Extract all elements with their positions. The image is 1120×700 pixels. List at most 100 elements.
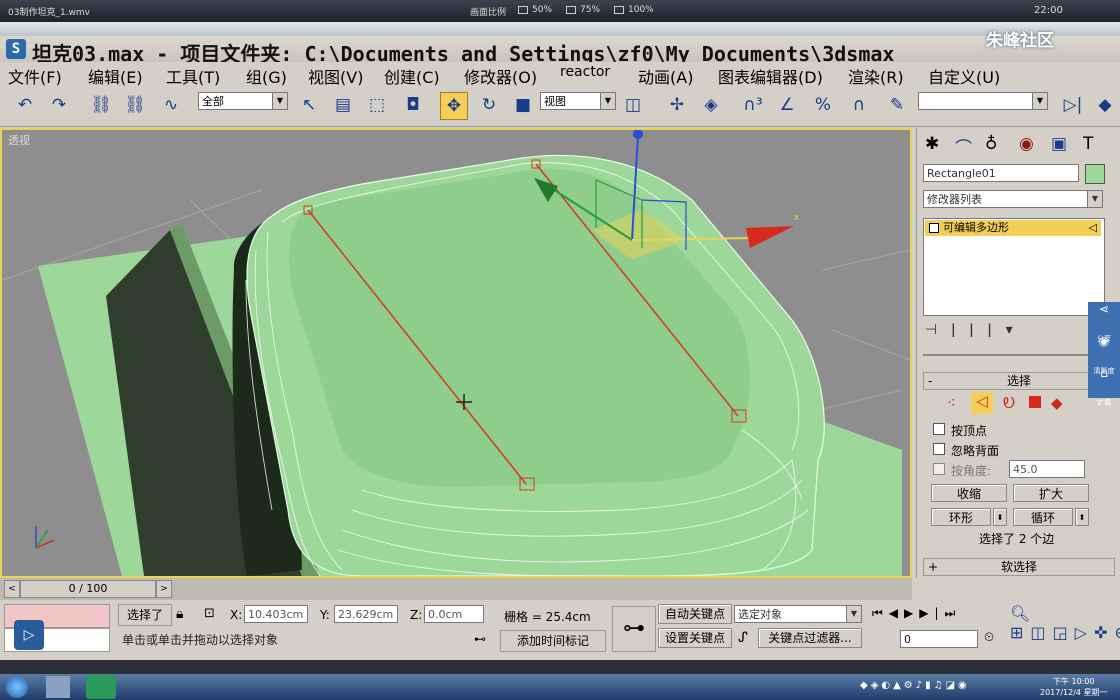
- key-tangent-icon[interactable]: ᔑ: [738, 630, 748, 646]
- lock-selection-icon[interactable]: 🔒︎: [176, 606, 183, 622]
- sharpness-button[interactable]: ◉ 清晰度: [1088, 334, 1120, 375]
- ring-button[interactable]: 环形: [931, 508, 991, 526]
- perspective-viewport[interactable]: x 透视: [0, 128, 912, 578]
- taskbar-app-icon[interactable]: [46, 676, 70, 698]
- reference-coord-dropdown[interactable]: 视图 ▼: [540, 92, 616, 110]
- ratio-50-option[interactable]: 50%: [518, 5, 552, 15]
- border-mode-icon[interactable]: Ꭷ: [1003, 394, 1015, 412]
- loop-spinner[interactable]: ⬍: [1075, 508, 1089, 526]
- motion-tab-icon[interactable]: ◉: [1019, 134, 1034, 154]
- spinner-snap-icon[interactable]: ∩: [846, 92, 872, 118]
- create-tab-icon[interactable]: ✱: [925, 134, 939, 154]
- polygon-mode-icon[interactable]: [1029, 396, 1041, 408]
- next-frame-icon[interactable]: >: [156, 580, 172, 598]
- named-selection-set-dropdown[interactable]: ▼: [918, 92, 1048, 110]
- menu-tools[interactable]: 工具(T): [166, 64, 220, 88]
- soft-select-rollout[interactable]: + 软选择: [923, 558, 1115, 576]
- menu-file[interactable]: 文件(F): [8, 64, 62, 88]
- menu-graph-editors[interactable]: 图表编辑器(D): [718, 64, 823, 88]
- time-config-icon[interactable]: ⏲: [984, 630, 994, 645]
- share-button[interactable]: ⋖ 分享: [1088, 302, 1120, 343]
- ratio-100-option[interactable]: 100%: [614, 5, 654, 15]
- time-tag-icon[interactable]: ⊷: [474, 632, 486, 646]
- by-vertex-checkbox[interactable]: 按顶点: [933, 422, 987, 439]
- loop-button[interactable]: 循环: [1013, 508, 1073, 526]
- absolute-mode-icon[interactable]: ⊡: [204, 606, 215, 621]
- stack-item-editable-poly[interactable]: 可编辑多边形 ◁: [925, 220, 1101, 236]
- auto-key-button[interactable]: 自动关键点: [658, 604, 732, 624]
- expand-box-icon[interactable]: [929, 223, 939, 233]
- video-player-bar: 03制作坦克_1.wmv 画面比例 50% 75% 100% 22:00: [0, 0, 1120, 22]
- playback-controls[interactable]: ⏮◀▶▶|⏭: [872, 606, 1002, 624]
- menu-rendering[interactable]: 渲染(R): [848, 64, 904, 88]
- select-object-icon[interactable]: ↖: [296, 92, 322, 118]
- menu-modifiers[interactable]: 修改器(O): [464, 64, 537, 88]
- select-and-rotate-icon[interactable]: ↻: [476, 92, 502, 118]
- display-tab-icon[interactable]: ▣: [1051, 134, 1067, 154]
- select-manipulate-icon[interactable]: ✢: [664, 92, 690, 118]
- bind-space-warp-icon[interactable]: ∿: [158, 92, 184, 118]
- keyboard-shortcut-icon[interactable]: ◈: [698, 92, 724, 118]
- element-mode-icon[interactable]: ◆: [1051, 394, 1063, 412]
- modify-tab-icon[interactable]: ⌒: [955, 134, 972, 159]
- vertex-mode-icon[interactable]: ⁖: [947, 394, 956, 412]
- pivot-center-icon[interactable]: ◫: [620, 92, 646, 118]
- menu-edit[interactable]: 编辑(E): [88, 64, 143, 88]
- start-button-icon[interactable]: [6, 676, 28, 698]
- current-frame-field[interactable]: 0: [900, 630, 978, 648]
- align-icon[interactable]: ◆: [1092, 92, 1118, 118]
- mirror-icon[interactable]: ▷|: [1060, 92, 1086, 118]
- select-and-scale-icon[interactable]: ■: [510, 92, 536, 118]
- viewport-nav-icons[interactable]: 🔍︎⊞◫◲▷✜⊕⊠: [1010, 604, 1120, 652]
- menu-views[interactable]: 视图(V): [308, 64, 363, 88]
- ratio-75-option[interactable]: 75%: [566, 5, 600, 15]
- selection-filter-dropdown[interactable]: 全部 ▼: [198, 92, 288, 110]
- set-key-button[interactable]: 设置关键点: [658, 628, 732, 648]
- edge-mode-icon[interactable]: ◁: [971, 392, 993, 414]
- menu-group[interactable]: 组(G): [246, 64, 287, 88]
- redo-icon[interactable]: ↷: [46, 92, 72, 118]
- y-coord-field[interactable]: 23.629cm: [334, 605, 398, 623]
- shrink-button[interactable]: 收缩: [931, 484, 1007, 502]
- play-button-icon[interactable]: ▷: [14, 620, 44, 650]
- z-coord-field[interactable]: 0.0cm: [424, 605, 484, 623]
- snap-toggle-icon[interactable]: ∩³: [740, 92, 766, 118]
- undo-icon[interactable]: ↶: [12, 92, 38, 118]
- select-and-link-icon[interactable]: ⛓: [88, 92, 114, 118]
- menu-reactor[interactable]: reactor: [560, 64, 610, 80]
- ring-spinner[interactable]: ⬍: [993, 508, 1007, 526]
- taskbar-player-icon[interactable]: [86, 675, 116, 699]
- set-key-icon[interactable]: ⊶: [612, 606, 656, 652]
- menu-animation[interactable]: 动画(A): [638, 64, 693, 88]
- utilities-tab-icon[interactable]: T: [1083, 134, 1093, 154]
- modifier-list-dropdown[interactable]: 修改器列表 ▼: [923, 190, 1103, 208]
- add-time-tag[interactable]: 添加时间标记: [500, 630, 606, 652]
- unlink-icon[interactable]: ⛓: [122, 92, 148, 118]
- object-color-swatch[interactable]: [1085, 164, 1105, 184]
- key-mode-dropdown[interactable]: 选定对象 ▼: [734, 605, 862, 623]
- hierarchy-tab-icon[interactable]: ♁: [985, 134, 997, 154]
- select-rollout-header[interactable]: - 选择: [923, 372, 1115, 390]
- named-selection-icon[interactable]: ✎: [884, 92, 910, 118]
- time-slider[interactable]: 0 / 100: [20, 580, 156, 598]
- select-by-name-icon[interactable]: ▤: [330, 92, 356, 118]
- tray-clock[interactable]: 下午 10:00 2017/12/4 星期一: [1040, 676, 1108, 698]
- select-and-move-icon[interactable]: ✥: [440, 92, 468, 120]
- by-angle-checkbox[interactable]: 按角度:: [933, 462, 991, 479]
- grow-button[interactable]: 扩大: [1013, 484, 1089, 502]
- key-filters-button[interactable]: 关键点过滤器...: [758, 628, 862, 648]
- angle-snap-icon[interactable]: ∠: [774, 92, 800, 118]
- percent-snap-icon[interactable]: %: [810, 92, 836, 118]
- window-crossing-icon[interactable]: ◘: [400, 92, 426, 118]
- menu-create[interactable]: 创建(C): [384, 64, 440, 88]
- angle-spinner[interactable]: 45.0: [1009, 460, 1085, 478]
- tray-icons[interactable]: ◆◈◐▲⚙♪▮♫◪◉: [860, 680, 1020, 694]
- viewport-label[interactable]: 透视: [8, 132, 30, 148]
- ignore-backfacing-checkbox[interactable]: 忽略背面: [933, 442, 999, 459]
- x-coord-field[interactable]: 10.403cm: [244, 605, 308, 623]
- rectangular-selection-icon[interactable]: ⬚: [364, 92, 390, 118]
- prev-frame-icon[interactable]: <: [4, 580, 20, 598]
- menu-customize[interactable]: 自定义(U): [928, 64, 1000, 88]
- object-name-field[interactable]: Rectangle01: [923, 164, 1079, 182]
- stack-tool-icons[interactable]: ⊣ǀǀǀ▾: [925, 322, 1109, 342]
